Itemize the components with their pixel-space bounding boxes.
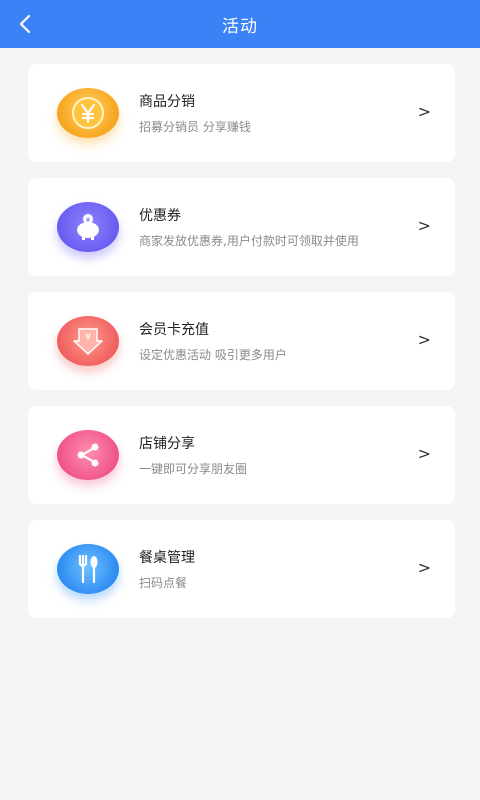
item-title: 商品分销 — [139, 94, 195, 110]
activity-list: 商品分销 招募分销员 分享赚钱 > ¥ 优惠券 商家发放优惠券,用户付款时可领取… — [28, 64, 455, 634]
chevron-right-icon: > — [417, 102, 431, 121]
top-bar: 活动 — [0, 0, 480, 48]
activity-item-coupon[interactable]: ¥ 优惠券 商家发放优惠券,用户付款时可领取并使用 > — [28, 178, 455, 276]
item-description: 扫码点餐 — [139, 576, 188, 590]
chevron-left-icon — [19, 14, 31, 34]
activity-item-distribution[interactable]: 商品分销 招募分销员 分享赚钱 > — [28, 64, 455, 162]
recharge-icon: ¥ — [56, 315, 120, 367]
chevron-right-icon: > — [417, 444, 431, 463]
item-description: 商家发放优惠券,用户付款时可领取并使用 — [139, 234, 359, 248]
yen-coin-icon — [56, 87, 120, 139]
item-title: 餐桌管理 — [139, 550, 195, 566]
share-icon — [56, 429, 120, 481]
item-title: 店铺分享 — [139, 436, 195, 452]
item-title: 会员卡充值 — [139, 322, 209, 338]
item-description: 招募分销员 分享赚钱 — [139, 120, 251, 134]
activity-item-shop-share[interactable]: 店铺分享 一键即可分享朋友圈 > — [28, 406, 455, 504]
item-title: 优惠券 — [139, 208, 181, 224]
item-description: 设定优惠活动 吸引更多用户 — [139, 348, 287, 362]
activity-item-table-management[interactable]: 餐桌管理 扫码点餐 > — [28, 520, 455, 618]
chevron-right-icon: > — [417, 558, 431, 577]
cutlery-icon — [56, 543, 120, 595]
chevron-right-icon: > — [417, 216, 431, 235]
svg-text:¥: ¥ — [86, 216, 91, 224]
item-description: 一键即可分享朋友圈 — [139, 462, 248, 476]
svg-text:¥: ¥ — [85, 332, 91, 343]
back-button[interactable] — [10, 8, 42, 40]
page-title: 活动 — [222, 16, 258, 37]
chevron-right-icon: > — [417, 330, 431, 349]
piggy-bank-icon: ¥ — [56, 201, 120, 253]
activity-item-membership-recharge[interactable]: ¥ 会员卡充值 设定优惠活动 吸引更多用户 > — [28, 292, 455, 390]
